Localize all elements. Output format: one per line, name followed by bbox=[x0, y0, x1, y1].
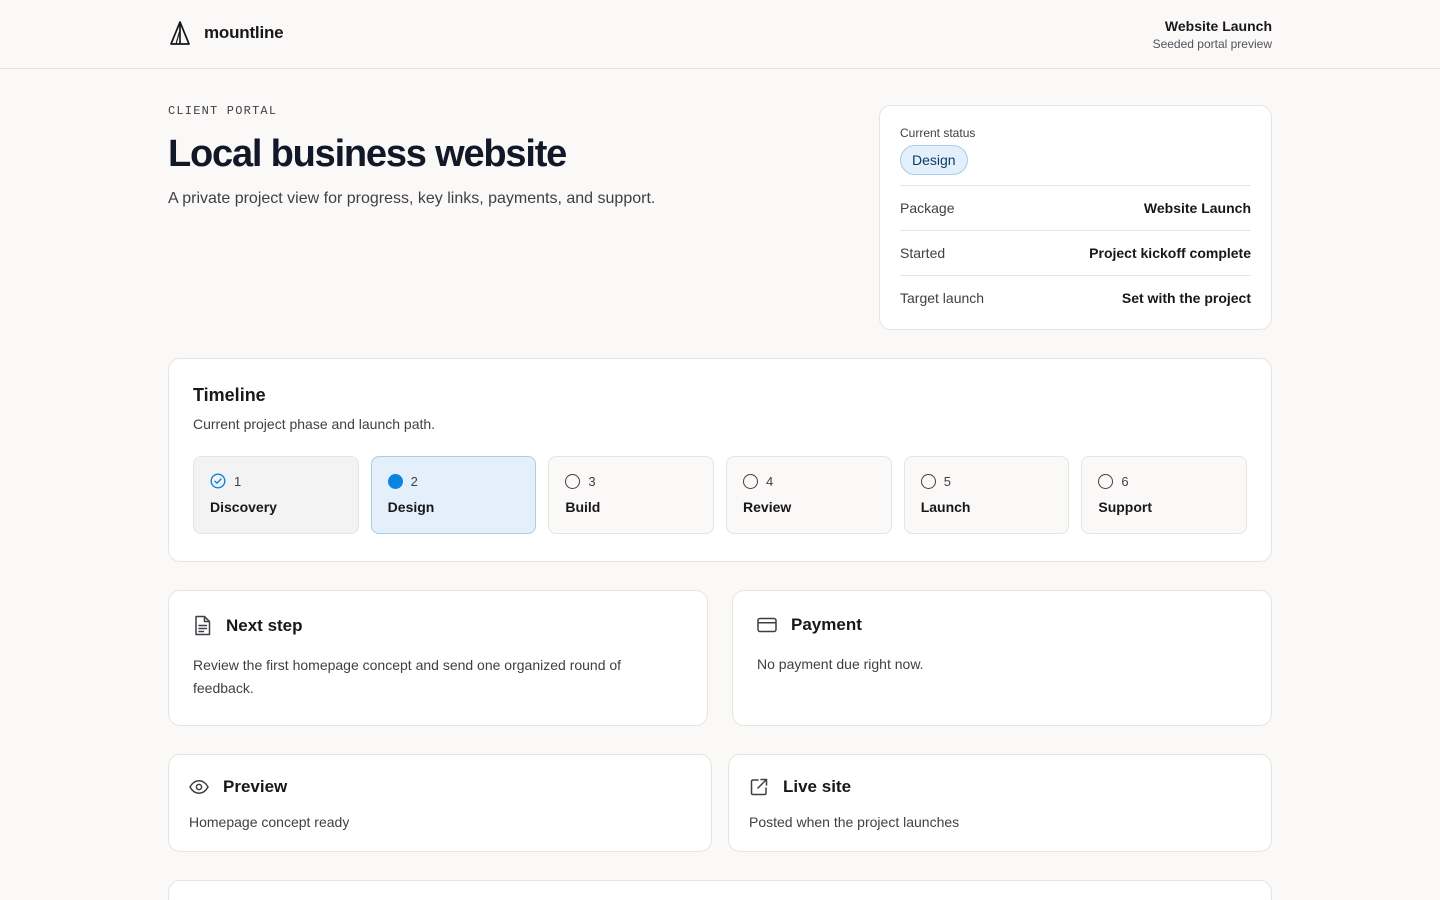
live-site-title: Live site bbox=[783, 777, 852, 796]
page-title: Local business website bbox=[168, 133, 567, 175]
eyebrow-label: CLIENT PORTAL bbox=[168, 104, 278, 118]
status-badge: Design bbox=[900, 145, 968, 175]
payment-title: Payment bbox=[791, 615, 862, 634]
status-card: Current status Design Package Website La… bbox=[879, 105, 1272, 330]
page-description: A private project view for progress, key… bbox=[168, 190, 656, 207]
timeline-step-support[interactable]: 6 Support bbox=[1081, 456, 1248, 534]
timeline-step-build[interactable]: 3 Build bbox=[548, 456, 715, 534]
timeline-steps: 1 Discovery 2 Design 3 Build 4 Review 5 … bbox=[193, 456, 1248, 534]
project-subtitle: Seeded portal preview bbox=[1152, 37, 1272, 51]
status-row-value: Set with the project bbox=[1121, 290, 1251, 306]
status-row-package: Package Website Launch bbox=[900, 185, 1251, 230]
check-circle-icon bbox=[210, 473, 226, 489]
next-step-body: Review the first homepage concept and se… bbox=[193, 657, 622, 696]
empty-circle-icon bbox=[743, 473, 759, 489]
step-number: 4 bbox=[766, 473, 774, 489]
next-section-card bbox=[168, 880, 1272, 900]
live-site-body: Posted when the project launches bbox=[749, 814, 960, 830]
live-site-card[interactable]: Live site Posted when the project launch… bbox=[728, 754, 1272, 852]
step-name: Design bbox=[387, 499, 435, 515]
timeline-subtitle: Current project phase and launch path. bbox=[193, 416, 436, 432]
timeline-card: Timeline Current project phase and launc… bbox=[168, 358, 1272, 562]
step-number: 2 bbox=[410, 473, 418, 489]
brand[interactable]: mountline bbox=[168, 20, 284, 46]
status-row-key: Started bbox=[900, 245, 946, 261]
project-meta: Website Launch Seeded portal preview bbox=[1153, 18, 1272, 53]
filled-circle-icon bbox=[387, 473, 403, 489]
step-number: 6 bbox=[1121, 473, 1129, 489]
top-bar: mountline Website Launch Seeded portal p… bbox=[0, 0, 1440, 69]
step-name: Launch bbox=[920, 499, 971, 515]
mountain-logo-icon bbox=[168, 20, 192, 46]
step-name: Review bbox=[743, 499, 792, 515]
eye-icon bbox=[189, 779, 209, 795]
preview-body: Homepage concept ready bbox=[189, 814, 350, 830]
step-number: 1 bbox=[234, 473, 242, 489]
project-title: Website Launch bbox=[1164, 18, 1272, 34]
status-details: Package Website Launch Started Project k… bbox=[900, 185, 1251, 320]
step-name: Discovery bbox=[210, 499, 277, 515]
empty-circle-icon bbox=[920, 473, 936, 489]
timeline-step-discovery[interactable]: 1 Discovery bbox=[193, 456, 359, 534]
empty-circle-icon bbox=[1098, 473, 1114, 489]
step-number: 3 bbox=[588, 473, 596, 489]
empty-circle-icon bbox=[565, 473, 581, 489]
timeline-step-design[interactable]: 2 Design bbox=[370, 456, 537, 534]
payment-body: No payment due right now. bbox=[757, 656, 924, 672]
status-row-value: Website Launch bbox=[1143, 200, 1251, 216]
external-link-icon bbox=[749, 777, 769, 797]
payment-card: Payment No payment due right now. bbox=[732, 590, 1272, 726]
next-step-card: Next step Review the first homepage conc… bbox=[168, 590, 708, 726]
brand-name: mountline bbox=[204, 23, 284, 42]
timeline-step-review[interactable]: 4 Review bbox=[726, 456, 892, 534]
document-icon bbox=[193, 615, 212, 636]
status-row-key: Target launch bbox=[900, 290, 985, 306]
status-row-started: Started Project kickoff complete bbox=[900, 230, 1251, 275]
preview-card[interactable]: Preview Homepage concept ready bbox=[168, 754, 712, 852]
preview-title: Preview bbox=[223, 777, 288, 796]
status-row-key: Package bbox=[900, 200, 955, 216]
step-name: Support bbox=[1098, 499, 1153, 515]
hero: CLIENT PORTAL Local business website A p… bbox=[168, 104, 848, 208]
timeline-title: Timeline bbox=[193, 385, 266, 405]
next-step-title: Next step bbox=[226, 615, 303, 635]
credit-card-icon bbox=[757, 617, 777, 633]
status-label: Current status bbox=[900, 126, 976, 140]
status-row-target-launch: Target launch Set with the project bbox=[900, 275, 1251, 320]
status-row-value: Project kickoff complete bbox=[1089, 245, 1251, 261]
step-name: Build bbox=[565, 499, 601, 515]
step-number: 5 bbox=[943, 473, 951, 489]
timeline-step-launch[interactable]: 5 Launch bbox=[903, 456, 1070, 534]
